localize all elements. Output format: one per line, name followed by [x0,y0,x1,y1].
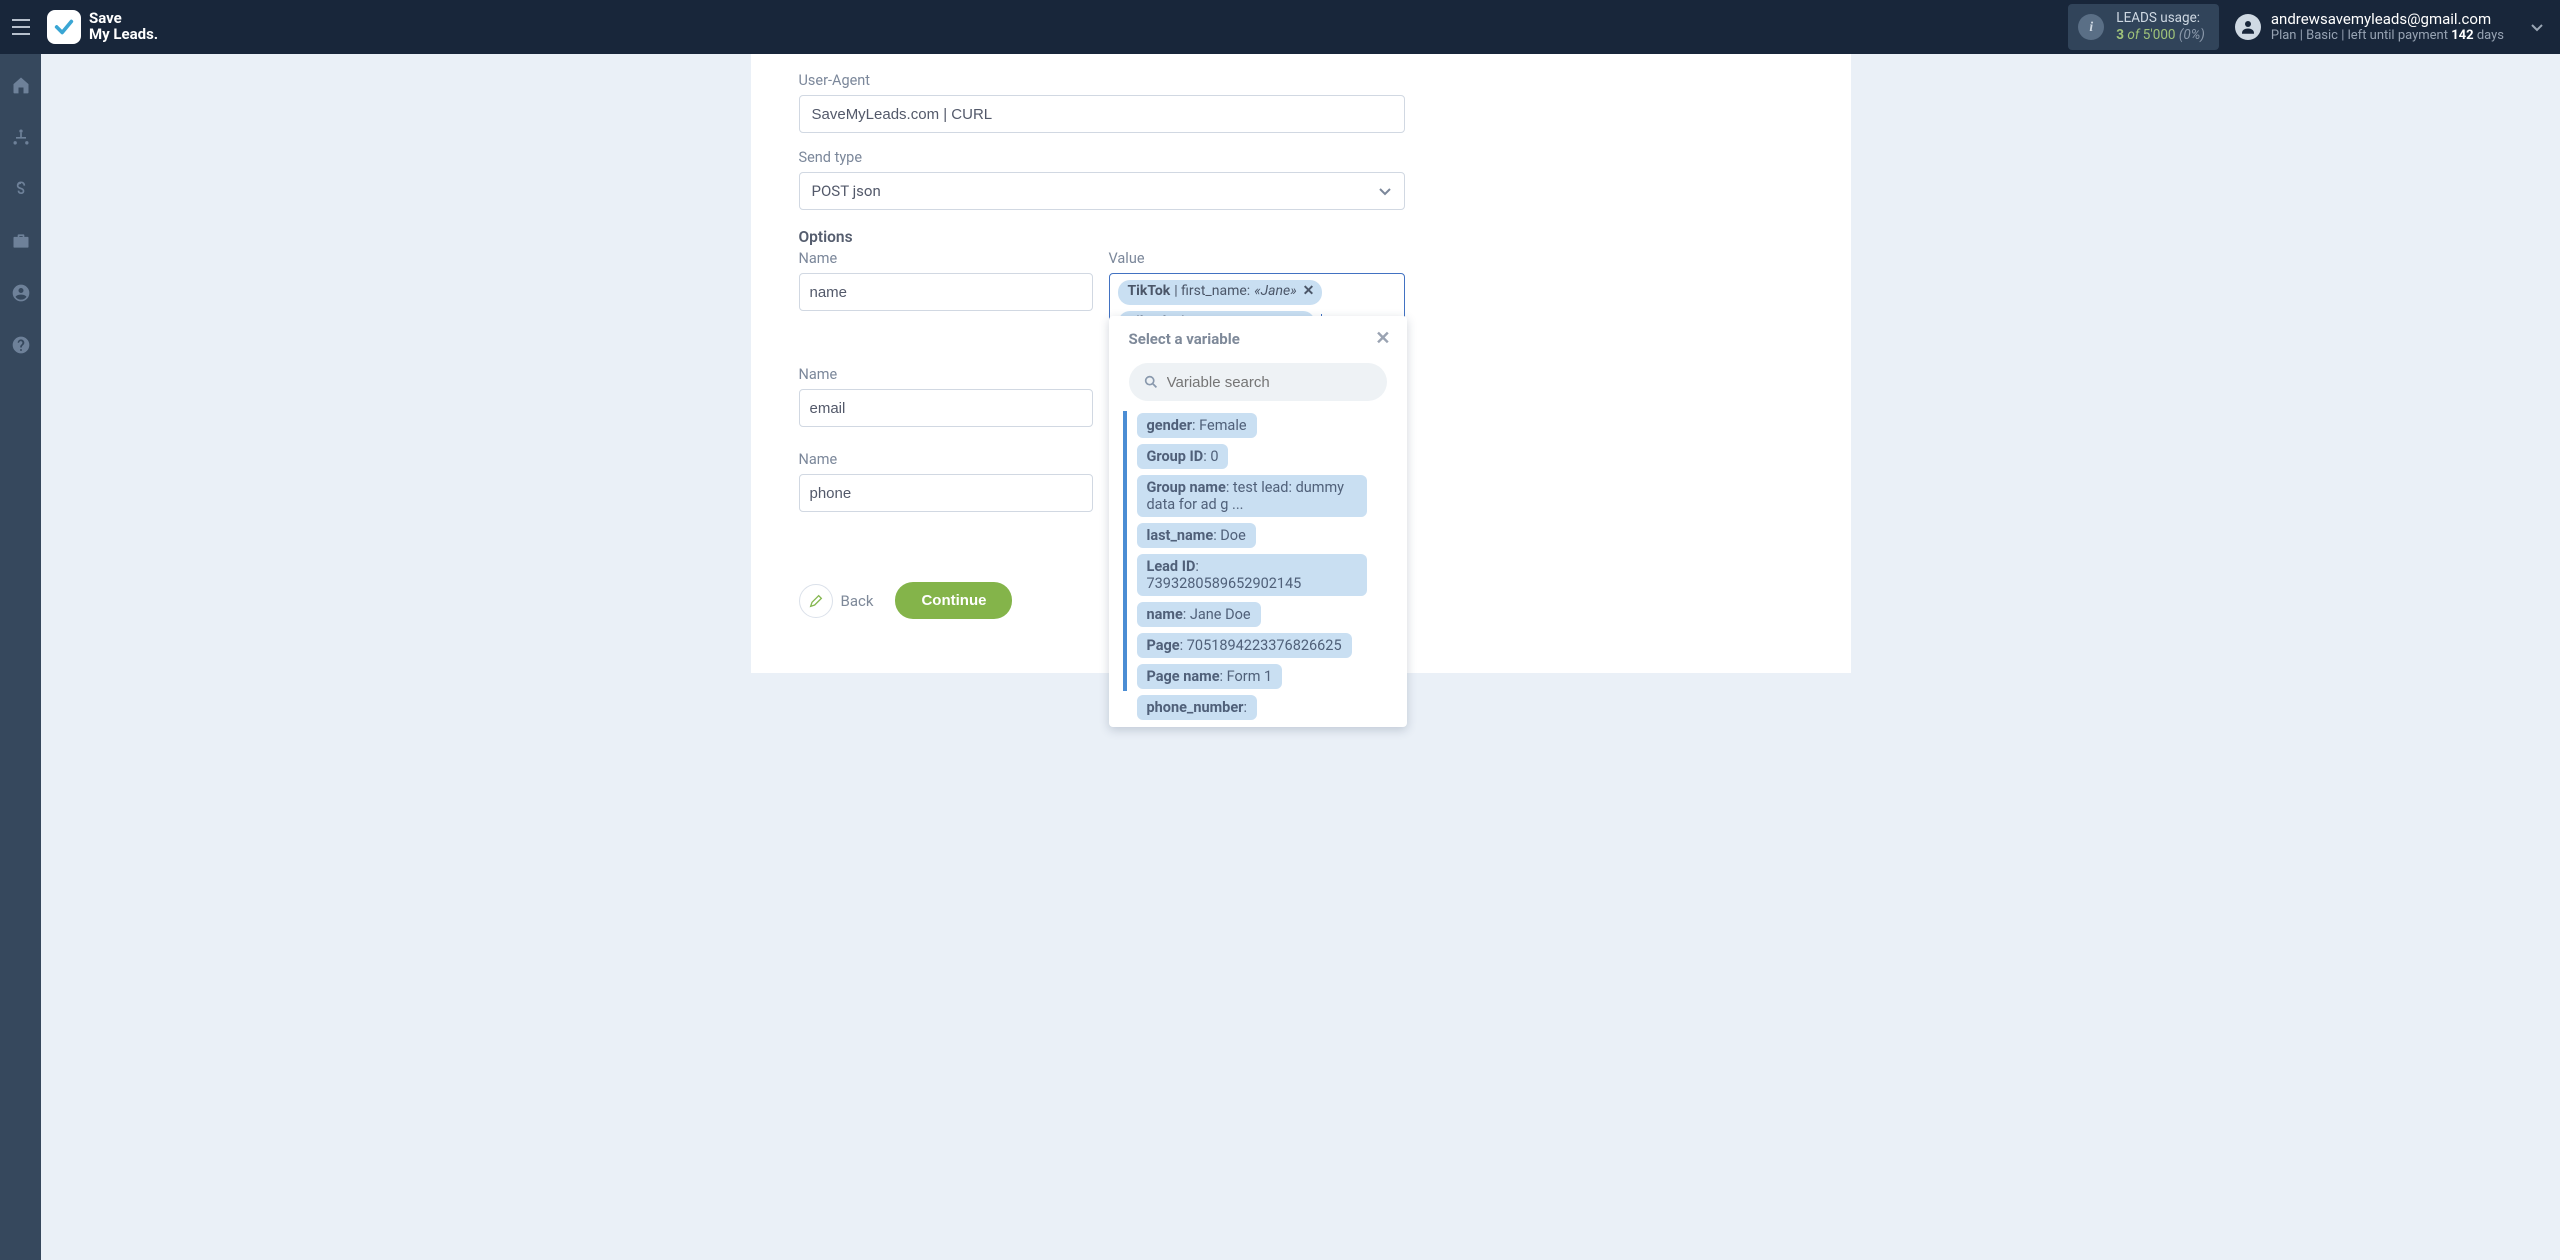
option-name-input-0[interactable] [799,273,1093,311]
account-email: andrewsavemyleads@gmail.com [2271,10,2504,29]
hamburger-menu-icon[interactable] [0,0,41,54]
info-icon: i [2078,14,2104,40]
back-button-label: Back [841,592,874,610]
user-agent-input[interactable] [799,95,1405,133]
app-logo[interactable]: Save My Leads. [41,10,158,44]
options-label: Options [799,228,1803,246]
variable-list[interactable]: first_name: Janegender: FemaleGroup ID: … [1109,411,1407,723]
topbar: Save My Leads. i LEADS usage: 3 of 5'000… [0,0,2560,54]
value-column-label: Value [1109,250,1405,267]
account-plan-days: 142 [2451,28,2473,43]
variable-option[interactable]: Page name: Form 1 [1137,664,1283,689]
usage-limit: 5'000 [2143,27,2176,43]
sidebar-profile-icon[interactable] [0,276,41,310]
avatar-icon [2235,14,2261,40]
sidebar-home-icon[interactable] [0,68,41,102]
logo-mark-icon [47,10,81,44]
account-box[interactable]: andrewsavemyleads@gmail.com Plan | Basic… [2235,10,2514,45]
variable-option[interactable]: Lead ID: 7393280589652902145 [1137,554,1367,596]
option-name-input-1[interactable] [799,389,1093,427]
send-type-value: POST json [812,182,881,200]
variable-option[interactable]: Group name: test lead: dummy data for ad… [1137,475,1367,517]
variable-option[interactable]: gender: Female [1137,413,1257,438]
app-name-line-2: My Leads. [89,27,158,43]
name-label-1: Name [799,366,1093,383]
value-tag[interactable]: TikTok | first_name: «Jane» ✕ [1118,280,1323,305]
variable-option[interactable]: Page: 7051894223376826625 [1137,633,1352,658]
sidebar [0,54,41,1260]
variable-list-rail [1123,411,1127,691]
account-plan-days-word: days [2477,28,2504,43]
sidebar-briefcase-icon[interactable] [0,224,41,258]
leads-usage-box: i LEADS usage: 3 of 5'000 (0%) [2068,4,2219,50]
name-column-label: Name [799,250,1093,267]
tag-remove-icon[interactable]: ✕ [1303,282,1315,302]
account-dropdown-toggle[interactable] [2514,0,2560,54]
variable-panel-close-icon[interactable]: ✕ [1375,328,1390,349]
account-plan-mid: | left until payment [2341,28,2448,43]
option-name-field-1[interactable] [810,400,1082,417]
variable-option[interactable]: name: Jane Doe [1137,602,1261,627]
usage-used: 3 [2116,27,2124,43]
account-plan: Plan | Basic | left until payment 142 da… [2271,28,2504,44]
variable-panel-title: Select a variable [1129,330,1240,348]
option-name-field-0[interactable] [810,284,1082,301]
search-icon [1143,373,1159,391]
variable-option[interactable]: Group ID: 0 [1137,444,1229,469]
account-plan-name: Basic [2306,28,2338,43]
variable-option[interactable]: last_name: Doe [1137,523,1256,548]
sidebar-billing-icon[interactable] [0,172,41,206]
usage-label: LEADS usage: [2116,10,2205,27]
back-pencil-icon [799,584,833,618]
user-agent-field[interactable] [812,106,1392,123]
variable-search-box[interactable] [1129,363,1387,401]
usage-of-word: of [2127,27,2139,43]
app-name: Save My Leads. [89,11,158,43]
work-area: User-Agent Send type POST json Options N… [41,54,2560,1260]
send-type-select[interactable]: POST json [799,172,1405,210]
chevron-down-icon [1378,186,1392,196]
back-button[interactable]: Back [799,584,874,618]
form-card: User-Agent Send type POST json Options N… [751,54,1851,673]
sidebar-connections-icon[interactable] [0,120,41,154]
continue-button[interactable]: Continue [895,582,1012,619]
sidebar-help-icon[interactable] [0,328,41,362]
send-type-label: Send type [799,149,1803,166]
variable-search-input[interactable] [1167,374,1373,391]
usage-percent: (0%) [2179,27,2205,43]
variable-dropdown-panel: Select a variable ✕ first_name: Janegend… [1109,316,1407,727]
account-plan-prefix: Plan | [2271,28,2303,43]
option-name-field-2[interactable] [810,485,1082,502]
user-agent-label: User-Agent [799,72,1803,89]
variable-option[interactable]: phone_number: [1137,695,1258,720]
option-name-input-2[interactable] [799,474,1093,512]
name-label-2: Name [799,451,1093,468]
usage-values: 3 of 5'000 (0%) [2116,27,2205,44]
